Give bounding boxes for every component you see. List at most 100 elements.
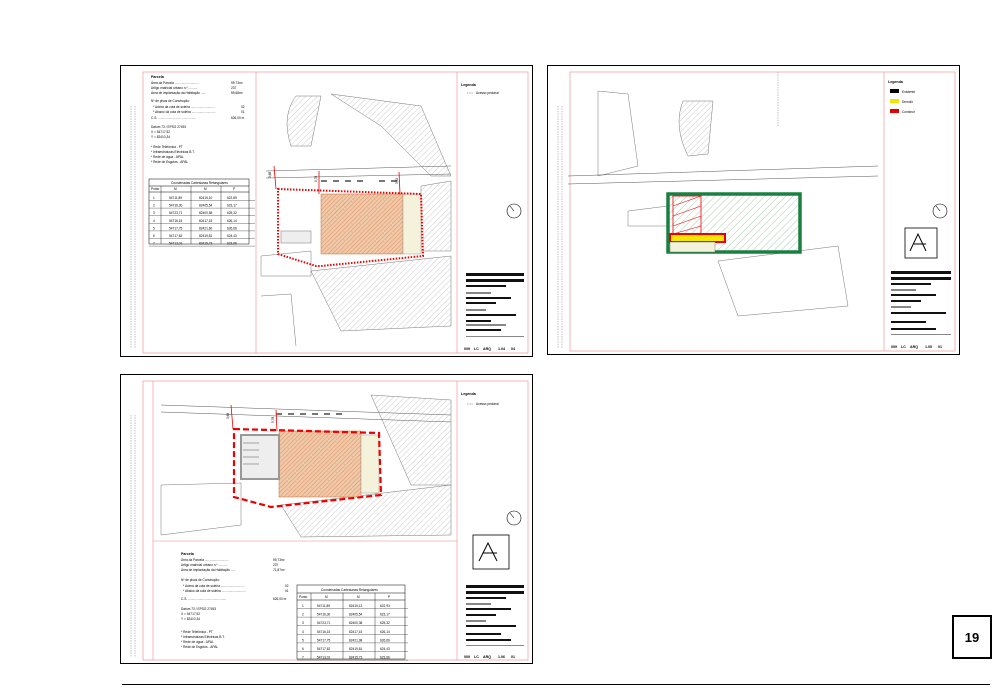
svg-text:* Infraestruturas Eléctricas B: * Infraestruturas Eléctricas B.T. [151, 150, 195, 154]
page-number: 19 [952, 615, 992, 659]
svg-text:Nº de pisos de Construção:: Nº de pisos de Construção: [151, 99, 190, 103]
drawing-sheet-demolition-construction: Legenda Existente Demolir Construir 009 … [547, 65, 960, 355]
table-cell: 625,32 [380, 621, 390, 625]
parcel-info: Parcela Área da Parcela ................… [151, 75, 245, 164]
table-cell: 54723,71 [169, 211, 183, 215]
svg-text:* Acima da cota de soleira ...: * Acima da cota de soleira .............… [183, 584, 245, 588]
svg-text:Área da Parcela ..............: Área da Parcela ........................… [151, 81, 199, 85]
table-cell: 54717,75 [317, 638, 331, 642]
svg-text:626,00 m: 626,00 m [273, 597, 287, 601]
svg-text:Coordenadas Cartesianas Retang: Coordenadas Cartesianas Retangulares [321, 588, 378, 592]
dimension-label-2: 5,78 [271, 417, 275, 423]
table-cell: 82415,73 [349, 656, 363, 660]
svg-text:* Acima da cota de soleira ...: * Acima da cota de soleira .............… [153, 105, 215, 109]
table-cell: 54723,71 [317, 621, 331, 625]
title-block-left: 009 [464, 655, 470, 659]
svg-text:Coordenadas Cartesianas Retang: Coordenadas Cartesianas Retangulares [171, 181, 228, 185]
table-cell: 54716,15 [169, 219, 183, 223]
title-block-prefix: LC [901, 345, 906, 349]
svg-text:Área de implantação da Habitaç: Área de implantação da Habitação ..... [151, 91, 205, 95]
table-cell: 82400,58 [199, 211, 213, 215]
architect-logo [472, 534, 510, 570]
svg-text:* Rede Telefónica - PT: * Rede Telefónica - PT [151, 145, 183, 149]
table-cell: 623,66 [227, 242, 237, 246]
table-cell: 626,66 [227, 226, 237, 230]
coordinates-table: Coordenadas Cartesianas Retangulares Pon… [296, 584, 408, 661]
table-cell: 54713,01 [317, 656, 331, 660]
svg-text:71,87m²: 71,87m² [273, 568, 285, 572]
legend: Existente Demolir Construir [890, 89, 916, 114]
table-cell: 82417,15 [199, 219, 213, 223]
table-cell: 6 [302, 647, 304, 651]
svg-text:99,73m²: 99,73m² [273, 558, 285, 562]
svg-text:02: 02 [241, 105, 245, 109]
svg-text:Ponto: Ponto [151, 187, 160, 191]
title-block-code: ARQ [483, 347, 491, 351]
dimension-label-1: 3,68 [268, 172, 272, 178]
footer-divider [122, 684, 990, 685]
legend-title: Legenda [461, 392, 477, 396]
table-cell: 622,89 [227, 196, 237, 200]
title-block-total: 04 [511, 347, 515, 351]
table-cell: 626,66 [380, 638, 390, 642]
table-cell: 624,43 [380, 647, 390, 651]
sheet1-drawing: 3,68 5,78 3,52 009 LC ARQ 1.04 04 Legend… [130, 71, 529, 354]
svg-text:Ponto: Ponto [299, 595, 308, 599]
title-block-left: 009 [891, 345, 897, 349]
svg-text:* Rede Telefónica - PT: * Rede Telefónica - PT [181, 630, 213, 634]
table-cell: 82415,13 [349, 604, 363, 608]
svg-text:Demolir: Demolir [902, 100, 914, 104]
svg-text:C.S. .........................: C.S. ...................................… [181, 597, 226, 601]
table-cell: 623,66 [380, 656, 390, 660]
table-cell: 82415,73 [199, 242, 213, 246]
table-cell: 626,14 [380, 630, 390, 634]
svg-text:Nº de pisos de Construção:: Nº de pisos de Construção: [181, 578, 220, 582]
dimension-label-2: 5,78 [314, 176, 318, 182]
table-cell: 2 [302, 613, 304, 617]
table-cell: 4 [153, 219, 155, 223]
svg-text:* Rede de água - APAL: * Rede de água - APAL [151, 155, 184, 159]
title-block-code: ARQ [483, 655, 491, 659]
title-block-prefix: LC [474, 655, 479, 659]
sheet3-drawing: 3,68 5,78 Legenda Acesso pedonal 009 LC … [130, 380, 529, 661]
svg-text:* Abaixo da cota de soleira ..: * Abaixo da cota de soleira ............… [153, 110, 216, 114]
svg-text:99,73m²: 99,73m² [231, 81, 243, 85]
table-cell: 82417,15 [349, 630, 363, 634]
svg-text:Artigo matricial urbano n.º ..: Artigo matricial urbano n.º .......... [151, 86, 197, 90]
legend-title: Legenda [461, 83, 477, 87]
svg-text:02: 02 [285, 584, 289, 588]
table-cell: 1 [302, 604, 304, 608]
svg-text:M: M [325, 595, 328, 599]
svg-text:* Rede de Esgotos - APAL: * Rede de Esgotos - APAL [181, 645, 218, 649]
table-cell: 82415,10 [199, 196, 213, 200]
dimension-label-3: 3,52 [395, 178, 399, 184]
architect-logo [904, 227, 938, 259]
svg-text:01: 01 [241, 110, 245, 114]
table-cell: 54713,01 [169, 242, 183, 246]
svg-text:Datum 73 / EPSG 27493: Datum 73 / EPSG 27493 [151, 125, 186, 129]
table-cell: 6 [153, 234, 155, 238]
table-cell: 82419,81 [349, 647, 363, 651]
dimension-label-1: 3,68 [226, 413, 230, 419]
title-block-total: 01 [938, 345, 942, 349]
drawing-sheet-implantation-proposal: 3,68 5,78 3,52 009 LC ARQ 1.04 04 Legend… [120, 65, 533, 357]
title-block-prefix: LC [474, 347, 479, 351]
sheet2-drawing: Legenda Existente Demolir Construir 009 … [557, 71, 956, 352]
table-cell: 7 [302, 656, 304, 660]
table-cell: 7 [153, 242, 155, 246]
svg-text:X = 54717,52: X = 54717,52 [181, 612, 200, 616]
table-cell: 82421,60 [199, 226, 213, 230]
svg-text:Y = 82410,34: Y = 82410,34 [151, 135, 170, 139]
svg-text:M: M [204, 187, 207, 191]
table-cell: 54717,62 [317, 647, 331, 651]
table-cell: 82405,54 [349, 613, 363, 617]
table-cell: 54717,62 [169, 234, 183, 238]
table-cell: 5 [302, 638, 304, 642]
svg-text:C.S. .........................: C.S. ...................................… [151, 116, 196, 120]
table-cell: 54716,30 [169, 204, 183, 208]
table-cell: 54717,75 [169, 226, 183, 230]
legend-item: Acesso pedonal [476, 91, 499, 95]
svg-text:Parcela: Parcela [181, 552, 195, 556]
table-cell: 54716,15 [317, 630, 331, 634]
table-cell: 5 [153, 226, 155, 230]
